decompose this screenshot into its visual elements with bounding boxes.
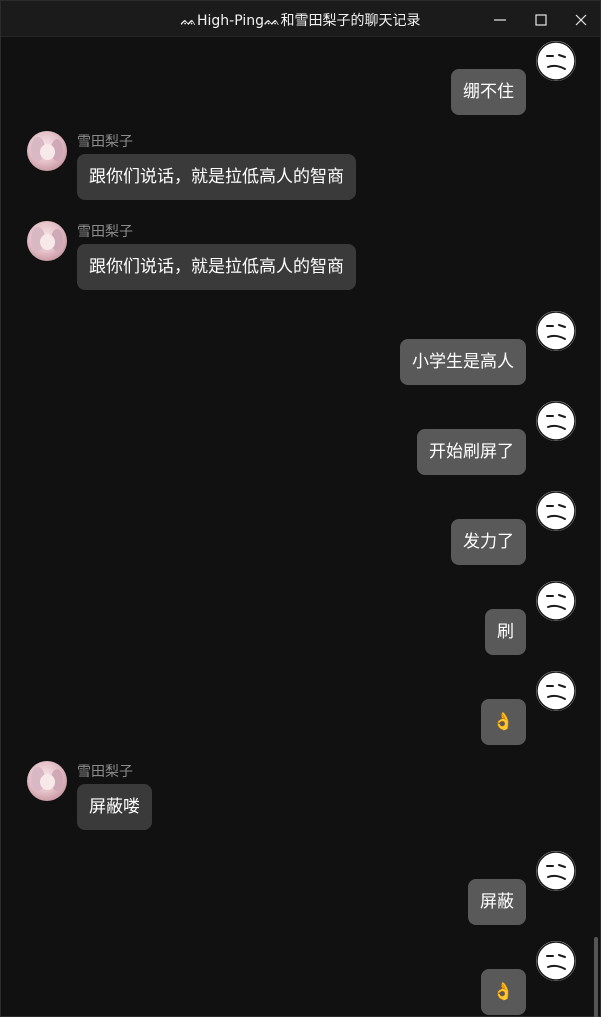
minimize-button[interactable] <box>480 1 520 36</box>
minimize-icon <box>494 18 506 21</box>
sender-name: 雪田梨子 <box>77 134 133 150</box>
message-bubble[interactable]: 屏蔽喽 <box>77 784 152 830</box>
sender-name: 雪田梨子 <box>77 224 133 240</box>
maximize-icon <box>535 13 547 26</box>
neutral-face-icon <box>536 41 576 81</box>
my-avatar[interactable] <box>536 41 576 81</box>
avatar-face <box>40 774 55 790</box>
sender-name: 雪田梨子 <box>77 764 133 780</box>
neutral-face-icon <box>536 491 576 531</box>
message-bubble[interactable]: 刷 <box>485 609 526 655</box>
my-avatar[interactable] <box>536 311 576 351</box>
message-bubble[interactable]: 跟你们说话，就是拉低高人的智商 <box>77 154 356 200</box>
avatar-face <box>40 144 55 160</box>
my-avatar[interactable] <box>536 581 576 621</box>
message-list[interactable]: 绷不住 雪田梨子 跟你们说话，就是拉低高人的智商 雪田梨子 跟你们说话，就是拉低… <box>1 37 600 1017</box>
close-icon <box>575 14 587 25</box>
contact-avatar[interactable] <box>27 221 67 261</box>
message-bubble[interactable]: 小学生是高人 <box>400 339 526 385</box>
neutral-face-icon <box>536 311 576 351</box>
scrollbar[interactable] <box>594 937 598 1017</box>
close-button[interactable] <box>561 1 601 36</box>
neutral-face-icon <box>536 941 576 981</box>
contact-avatar[interactable] <box>27 131 67 171</box>
neutral-face-icon <box>536 671 576 711</box>
chat-window: ᨐHigh-Pingᨐ和雪田梨子的聊天记录 绷不住 雪田梨子 跟你们说话，就是拉… <box>0 0 601 1017</box>
my-avatar[interactable] <box>536 671 576 711</box>
my-avatar[interactable] <box>536 491 576 531</box>
title-bar[interactable]: ᨐHigh-Pingᨐ和雪田梨子的聊天记录 <box>1 1 600 37</box>
avatar-face <box>40 234 55 250</box>
maximize-button[interactable] <box>521 1 561 36</box>
my-avatar[interactable] <box>536 401 576 441</box>
message-bubble[interactable]: 屏蔽 <box>468 879 526 925</box>
message-bubble[interactable]: 👌 <box>480 699 526 745</box>
message-bubble[interactable]: 👌 <box>480 969 526 1015</box>
message-bubble[interactable]: 绷不住 <box>451 69 526 115</box>
contact-avatar[interactable] <box>27 761 67 801</box>
neutral-face-icon <box>536 581 576 621</box>
message-bubble[interactable]: 开始刷屏了 <box>417 429 526 475</box>
my-avatar[interactable] <box>536 851 576 891</box>
message-bubble[interactable]: 发力了 <box>451 519 526 565</box>
my-avatar[interactable] <box>536 941 576 981</box>
neutral-face-icon <box>536 401 576 441</box>
message-bubble[interactable]: 跟你们说话，就是拉低高人的智商 <box>77 244 356 290</box>
neutral-face-icon <box>536 851 576 891</box>
